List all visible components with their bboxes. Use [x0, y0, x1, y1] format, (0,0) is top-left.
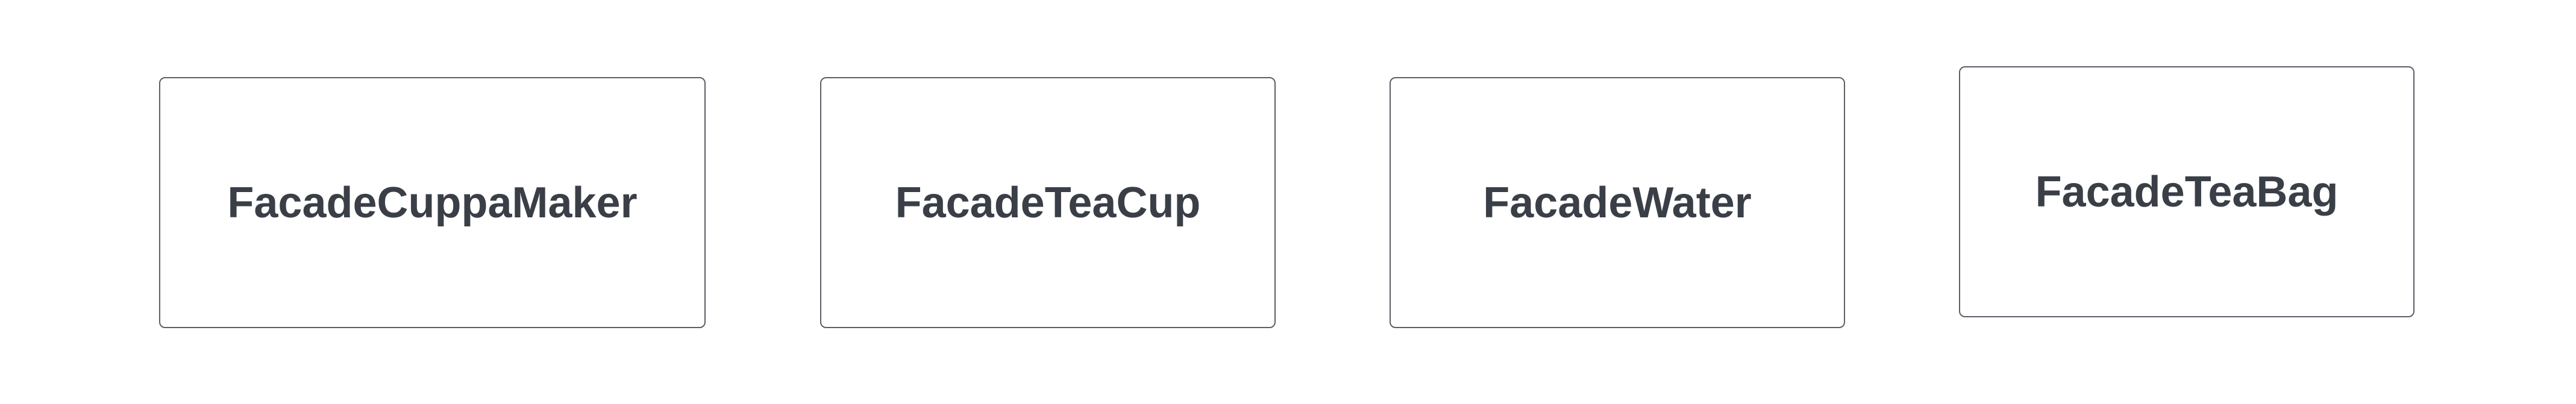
node-facade-cuppa-maker: FacadeCuppaMaker — [159, 77, 706, 328]
node-label: FacadeTeaBag — [2035, 167, 2339, 216]
node-label: FacadeCuppaMaker — [227, 178, 638, 227]
diagram-canvas: FacadeCuppaMaker FacadeTeaCup FacadeWate… — [0, 0, 2576, 404]
node-label: FacadeWater — [1483, 178, 1752, 227]
node-facade-tea-bag: FacadeTeaBag — [1959, 66, 2415, 317]
node-label: FacadeTeaCup — [895, 178, 1201, 227]
node-facade-water: FacadeWater — [1390, 77, 1845, 328]
node-facade-tea-cup: FacadeTeaCup — [820, 77, 1276, 328]
